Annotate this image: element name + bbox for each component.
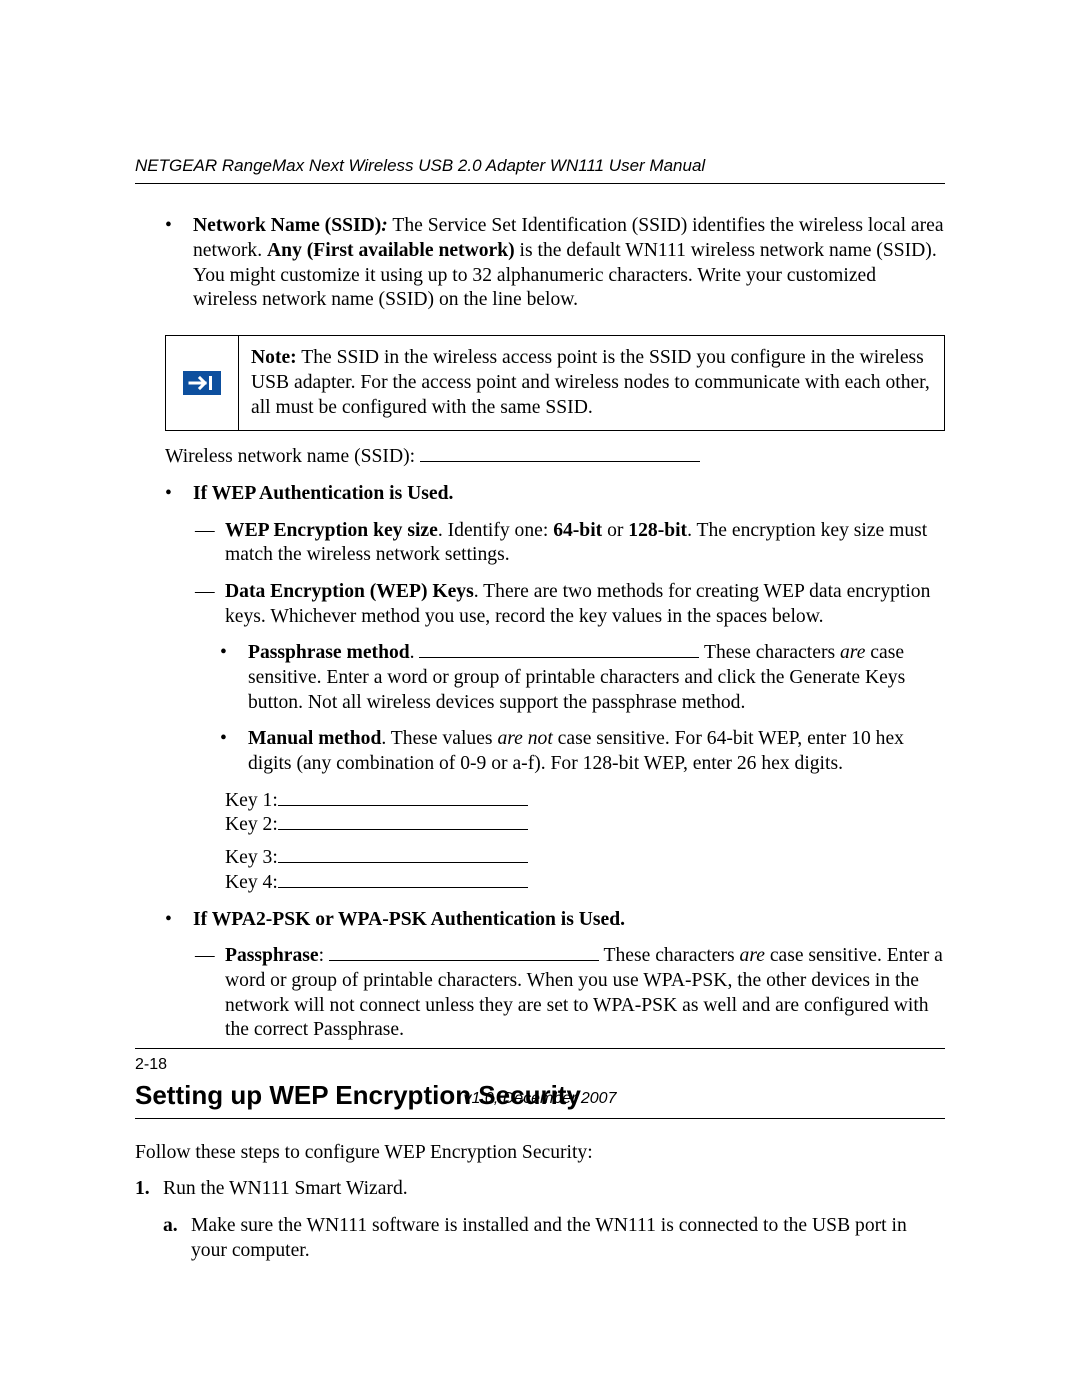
passphrase-blank [419,657,699,658]
wpa-pass-colon: : [319,945,329,966]
key4-blank [278,887,528,888]
ssid-line: Wireless network name (SSID): [165,445,945,470]
section-intro: Follow these steps to configure WEP Encr… [135,1141,945,1166]
key1-label: Key 1: [225,789,278,814]
keysize-label: WEP Encryption key size [225,520,438,541]
wpa-pass-are: are [740,945,765,966]
keysize-128: 128-bit [628,520,687,541]
bullet-wep: • If WEP Authentication is Used. [165,482,945,507]
ssid-line-label: Wireless network name (SSID): [165,446,420,467]
key4-label: Key 4: [225,871,278,896]
bullet-text: Network Name (SSID): The Service Set Ide… [193,214,945,313]
manual-label: Manual method [248,728,381,749]
key-row-2: Key 3: Key 4: [225,846,945,895]
step-1a: a. Make sure the WN111 software is insta… [163,1214,945,1263]
key-row-1: Key 1: Key 2: [225,789,945,838]
ssid-label: Network Name (SSID) [193,215,381,236]
doc-version: v1.0, December 2007 [135,1089,945,1109]
note-box: Note: The SSID in the wireless access po… [165,335,945,431]
section-rule [135,1118,945,1119]
arrow-icon [183,371,221,395]
step-1: 1. Run the WN111 Smart Wizard. [135,1177,945,1202]
dash-wpa-pass: — Passphrase: These characters are case … [195,944,945,1043]
wpa-heading: If WPA2-PSK or WPA-PSK Authentication is… [193,909,625,930]
key3-label: Key 3: [225,846,278,871]
bullet-manual: • Manual method. These values are not ca… [220,727,945,776]
note-text: Note: The SSID in the wireless access po… [239,336,944,430]
note-body: The SSID in the wireless access point is… [251,347,930,417]
note-icon-cell [166,336,239,430]
key3-blank [278,862,528,863]
wepkeys-label: Data Encryption (WEP) Keys [225,581,474,602]
note-label: Note: [251,347,297,368]
key1-blank [278,805,528,806]
manual-arenot: are not [497,728,552,749]
ssid-any: Any (First available network) [267,240,515,261]
passphrase-t1: These characters [699,642,840,663]
manual-t1: . These values [381,728,497,749]
wpa-pass-blank [329,960,599,961]
key2-blank [278,829,528,830]
wpa-pass-label: Passphrase [225,945,319,966]
step1a-mk: a. [163,1215,178,1236]
step1-text: Run the WN111 Smart Wizard. [163,1177,945,1202]
wep-heading: If WEP Authentication is Used. [193,483,453,504]
page-number: 2-18 [135,1055,945,1075]
step1-num: 1. [135,1178,150,1199]
keysize-64: 64-bit [553,520,602,541]
dash-wepkeys: — Data Encryption (WEP) Keys. There are … [195,580,945,629]
key2-label: Key 2: [225,813,278,838]
passphrase-dot: . [410,642,420,663]
step1a-text: Make sure the WN111 software is installe… [191,1214,945,1263]
passphrase-label: Passphrase method [248,642,410,663]
header-rule [135,183,945,184]
doc-header: NETGEAR RangeMax Next Wireless USB 2.0 A… [135,155,945,176]
bullet-marker: • [165,214,193,313]
bullet-wpa: • If WPA2-PSK or WPA-PSK Authentication … [165,908,945,933]
footer-rule [135,1048,945,1049]
keysize-or: or [602,520,628,541]
bullet-ssid: • Network Name (SSID): The Service Set I… [165,214,945,313]
keysize-t1: . Identify one: [438,520,553,541]
passphrase-are: are [840,642,865,663]
dash-keysize: — WEP Encryption key size. Identify one:… [195,519,945,568]
wpa-pass-t1: These characters [599,945,740,966]
ssid-blank [420,461,700,462]
bullet-passphrase: • Passphrase method. These characters ar… [220,641,945,715]
